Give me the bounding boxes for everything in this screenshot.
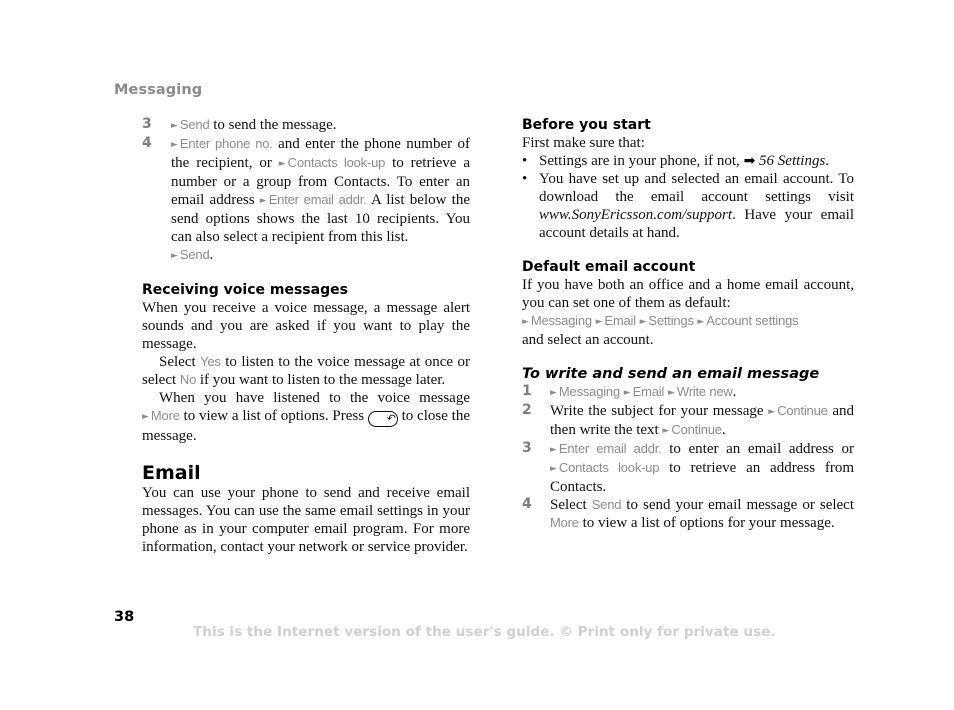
default-account-paragraph: If you have both an office and a home em… xyxy=(522,277,854,311)
menu-arrow-icon: ► xyxy=(259,196,267,206)
menu-arrow-icon: ► xyxy=(522,317,529,327)
menu-item-more: More xyxy=(550,515,579,530)
heading-before-you-start: Before you start xyxy=(522,117,651,133)
menu-item-settings: Settings xyxy=(648,313,694,328)
menu-arrow-icon: ► xyxy=(768,407,776,417)
menu-arrow-icon: ► xyxy=(550,464,557,474)
menu-arrow-icon: ► xyxy=(662,426,670,436)
menu-item-contacts-lookup: Contacts look-up xyxy=(287,155,386,170)
email-paragraph: You can use your phone to send and recei… xyxy=(142,485,470,555)
menu-item-write-new: Write new xyxy=(676,384,733,399)
menu-item-account-settings: Account settings xyxy=(706,313,799,328)
right-column: Before you start First make sure that: •… xyxy=(522,116,854,532)
heading-email: Email xyxy=(142,462,201,484)
menu-arrow-icon: ► xyxy=(171,251,178,261)
before-intro: First make sure that: xyxy=(522,135,645,151)
write-step-2: 2 Write the subject for your message ► Co… xyxy=(522,402,854,438)
menu-item-send: Send xyxy=(179,117,210,132)
step-number: 3 xyxy=(142,116,152,132)
menu-item-more: More xyxy=(150,408,180,423)
menu-item-enter-email: Enter email addr. xyxy=(268,192,367,207)
voice-paragraph-2: Select Yes to listen to the voice messag… xyxy=(142,354,471,388)
section-tab-title: Messaging xyxy=(114,82,203,98)
page-number: 38 xyxy=(114,609,135,625)
menu-item-messaging: Messaging xyxy=(530,313,592,328)
menu-item-email: Email xyxy=(632,384,665,399)
menu-item-messaging: Messaging xyxy=(558,384,620,399)
page-reference-link[interactable]: 56 Settings xyxy=(759,153,825,169)
menu-item-continue: Continue xyxy=(777,403,828,418)
menu-arrow-icon: ► xyxy=(595,317,603,327)
menu-arrow-icon: ► xyxy=(171,140,178,150)
write-step-3: 3 ► Enter email addr. to enter an email a… xyxy=(522,440,854,495)
reference-arrow-icon: ➡ xyxy=(743,153,756,169)
menu-arrow-icon: ► xyxy=(667,388,675,398)
heading-receiving-voice: Receiving voice messages xyxy=(142,282,348,298)
menu-item-enter-email: Enter email addr. xyxy=(558,441,662,456)
step-number: 2 xyxy=(522,402,532,418)
heading-write-send-email: To write and send an email message xyxy=(522,366,820,382)
voice-paragraph-3: When you have listened to the voice mess… xyxy=(142,390,470,444)
step-number: 3 xyxy=(522,440,532,456)
menu-arrow-icon: ► xyxy=(142,412,149,422)
support-url-link[interactable]: www.SonyEricsson.com/support xyxy=(539,207,732,223)
step-number: 1 xyxy=(522,383,532,399)
voice-paragraph-1: When you receive a voice message, a mess… xyxy=(142,300,470,352)
menu-item-send: Send xyxy=(179,247,210,262)
default-account-menu-path: ► Messaging ► Email ► Settings ► Account set… xyxy=(522,312,854,331)
default-account-after: and select an account. xyxy=(522,332,654,348)
step-4: 4 ► Enter phone no. and enter the phone n… xyxy=(142,135,471,263)
step-3: 3 ► Send to send the message. xyxy=(142,116,337,133)
before-bullet-list: • Settings are in your phone, if not, ➡ 5… xyxy=(522,152,854,242)
menu-arrow-icon: ► xyxy=(171,121,178,131)
footer-notice: This is the Internet version of the user… xyxy=(193,624,776,640)
back-key-icon: ↶ xyxy=(367,411,398,427)
menu-arrow-icon: ► xyxy=(639,317,647,327)
heading-default-email-account: Default email account xyxy=(522,259,696,275)
menu-arrow-icon: ► xyxy=(278,159,286,169)
write-step-4: 4 Select Send to send your email message… xyxy=(522,496,854,531)
left-column: 3 ► Send to send the message. 4 ► Enter ph… xyxy=(142,116,470,556)
write-step-1: 1 ► Messaging ► Email ► Write new. xyxy=(522,383,737,400)
bullet-item: • You have set up and selected an email a… xyxy=(522,171,854,241)
menu-item-email: Email xyxy=(604,313,636,328)
menu-item-send: Send xyxy=(591,497,622,512)
menu-item-contacts-lookup: Contacts look-up xyxy=(558,460,660,475)
step-number: 4 xyxy=(142,135,152,151)
menu-item-enter-phone: Enter phone no. xyxy=(179,136,273,151)
menu-arrow-icon: ► xyxy=(697,317,705,327)
menu-item-yes: Yes xyxy=(200,354,221,369)
bullet-item: • Settings are in your phone, if not, ➡ 5… xyxy=(522,153,830,169)
menu-arrow-icon: ► xyxy=(550,388,557,398)
menu-arrow-icon: ► xyxy=(550,445,557,455)
menu-arrow-icon: ► xyxy=(623,388,631,398)
step-number: 4 xyxy=(522,496,532,512)
menu-item-continue: Continue xyxy=(671,422,722,437)
menu-item-no: No xyxy=(179,372,197,387)
